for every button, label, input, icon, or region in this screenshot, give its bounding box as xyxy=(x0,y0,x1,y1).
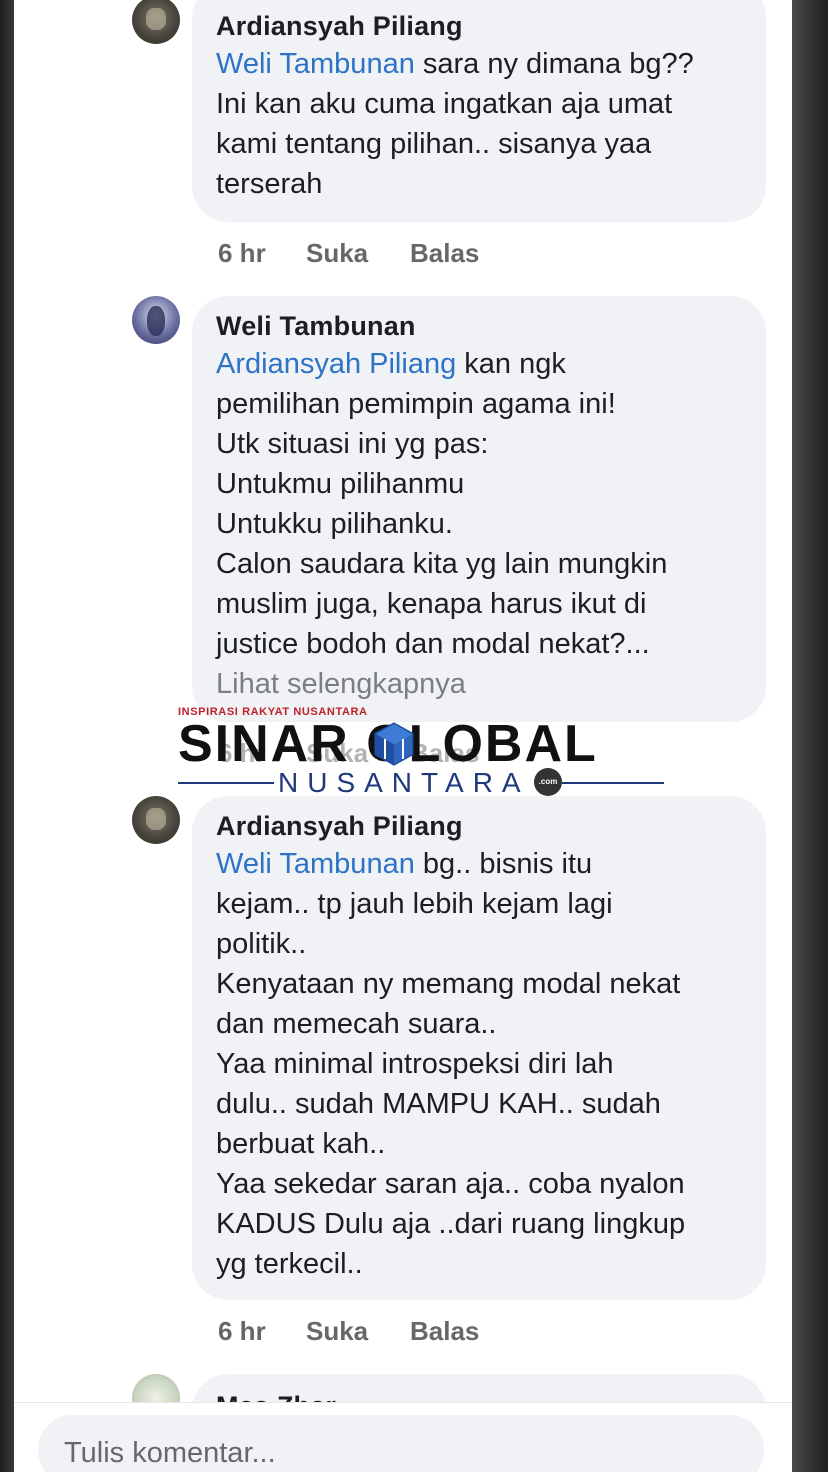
comment-author[interactable]: Ardiansyah Piliang xyxy=(216,808,742,844)
comment-bubble: Ardiansyah Piliang Weli Tambunan sara ny… xyxy=(192,0,766,222)
mention-link[interactable]: Weli Tambunan xyxy=(216,848,415,880)
comment-text: Weli Tambunan bg.. bisnis itu kejam.. tp… xyxy=(216,844,742,1284)
comment-text: Ardiansyah Piliang kan ngk pemilihan pem… xyxy=(216,344,742,664)
comment-author[interactable]: Ardiansyah Piliang xyxy=(216,8,742,44)
comment-body: kan ngk pemilihan pemimpin agama ini! Ut… xyxy=(216,348,668,660)
mention-link[interactable]: Ardiansyah Piliang xyxy=(216,348,456,380)
comment-actions: 6 hr Suka Balas xyxy=(218,1314,479,1348)
watermark-rule-right xyxy=(562,782,664,784)
comment-text: Weli Tambunan sara ny dimana bg?? Ini ka… xyxy=(216,44,736,204)
watermark-domain: .com xyxy=(534,768,562,796)
like-button[interactable]: Suka xyxy=(306,1314,410,1348)
watermark-sub: NUSANTARA xyxy=(278,767,530,798)
comment-timestamp[interactable]: 6 hr xyxy=(218,1314,306,1348)
avatar[interactable] xyxy=(132,796,180,844)
comments-screen: Ardiansyah Piliang Weli Tambunan sara ny… xyxy=(14,0,792,1472)
watermark-logo: INSPIRASI RAKYAT NUSANTARA SINAR GLOBAL … xyxy=(178,706,664,802)
device-frame-left xyxy=(0,0,14,1472)
comment-composer: Tulis komentar... xyxy=(14,1402,792,1472)
see-more-link[interactable]: Lihat selengkapnya xyxy=(216,664,742,704)
reply-button[interactable]: Balas xyxy=(410,1314,479,1348)
comment-bubble: Ardiansyah Piliang Weli Tambunan bg.. bi… xyxy=(192,796,766,1300)
like-button[interactable]: Suka xyxy=(306,236,410,270)
comment-bubble: Weli Tambunan Ardiansyah Piliang kan ngk… xyxy=(192,296,766,722)
reply-button[interactable]: Balas xyxy=(410,236,479,270)
comment-input[interactable]: Tulis komentar... xyxy=(38,1415,764,1472)
device-frame-right xyxy=(792,0,828,1472)
comment-author[interactable]: Weli Tambunan xyxy=(216,308,742,344)
avatar[interactable] xyxy=(132,0,180,44)
globe-cube-icon xyxy=(374,722,414,766)
comment-actions: 6 hr Suka Balas xyxy=(218,236,479,270)
watermark-rule-left xyxy=(178,782,274,784)
avatar[interactable] xyxy=(132,296,180,344)
comment-body: bg.. bisnis itu kejam.. tp jauh lebih ke… xyxy=(216,848,686,1280)
mention-link[interactable]: Weli Tambunan xyxy=(216,48,415,80)
comment-timestamp[interactable]: 6 hr xyxy=(218,236,306,270)
